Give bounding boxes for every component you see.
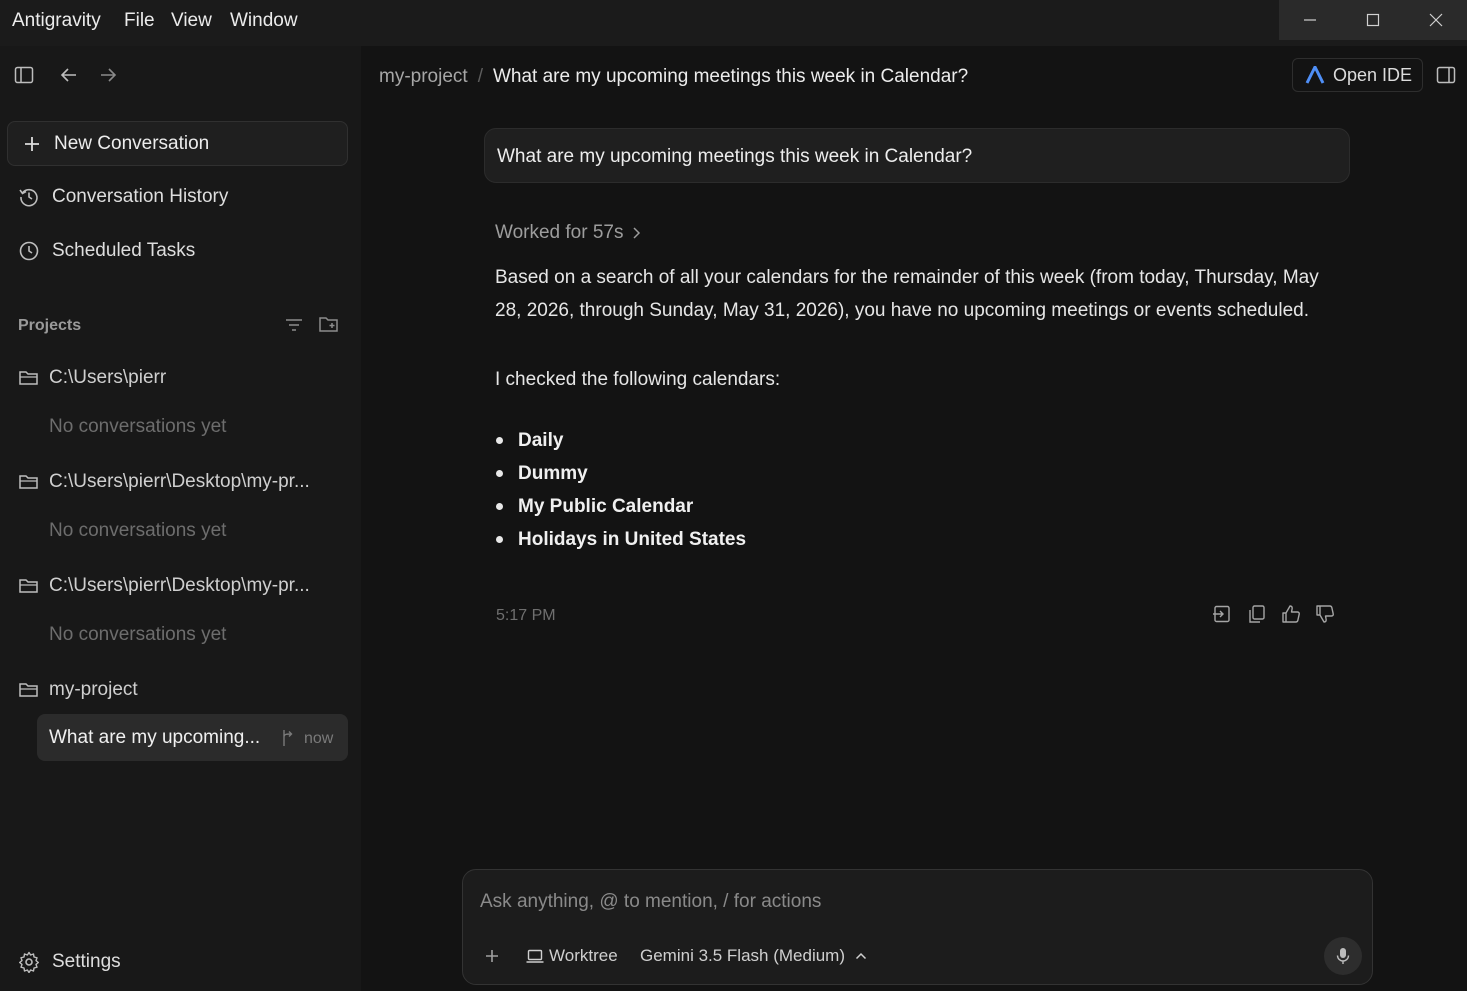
maximize-icon: [1366, 13, 1380, 27]
worked-for-label: Worked for 57s: [495, 222, 624, 243]
new-conversation-button[interactable]: New Conversation: [7, 121, 348, 166]
add-attachment-icon[interactable]: [484, 948, 500, 964]
scheduled-tasks-button[interactable]: Scheduled Tasks: [18, 240, 195, 262]
new-conversation-label: New Conversation: [54, 133, 210, 154]
project-name: C:\Users\pierr: [49, 367, 167, 388]
close-button[interactable]: [1405, 0, 1467, 40]
bullet: [496, 536, 503, 543]
file-menu[interactable]: File: [124, 10, 155, 32]
calendar-name: My Public Calendar: [518, 495, 694, 517]
folder-icon: [19, 371, 38, 385]
microphone-button[interactable]: [1324, 937, 1362, 975]
toggle-sidebar-icon[interactable]: [14, 65, 34, 85]
project-folder[interactable]: C:\Users\pierr\Desktop\my-pr...: [18, 575, 310, 597]
filter-icon[interactable]: [284, 317, 304, 333]
project-name: C:\Users\pierr\Desktop\my-pr...: [49, 471, 310, 492]
chevron-up-icon: [855, 952, 867, 960]
minimize-button[interactable]: [1279, 0, 1341, 40]
title-bar: Antigravity File View Window: [0, 0, 1467, 46]
app-menu[interactable]: Antigravity: [12, 10, 101, 32]
calendar-name: Holidays in United States: [518, 528, 747, 550]
project-name: C:\Users\pierr\Desktop\my-pr...: [49, 575, 310, 596]
thumbs-up-icon[interactable]: [1281, 604, 1301, 624]
settings-label: Settings: [52, 951, 121, 972]
breadcrumb-separator: /: [477, 66, 483, 87]
gear-icon: [19, 951, 39, 973]
user-message: What are my upcoming meetings this week …: [484, 128, 1350, 183]
antigravity-logo-icon: [1305, 66, 1325, 84]
open-ide-label: Open IDE: [1333, 64, 1413, 85]
composer: Worktree Gemini 3.5 Flash (Medium): [462, 869, 1373, 985]
assistant-checked-intro: I checked the following calendars:: [495, 369, 781, 390]
conversation-time: now: [304, 730, 334, 747]
folder-icon: [19, 475, 38, 489]
bullet: [496, 503, 503, 510]
worktree-toggle[interactable]: Worktree: [526, 946, 618, 966]
view-menu[interactable]: View: [171, 10, 212, 32]
project-name: my-project: [49, 679, 138, 700]
main-panel: my-project / What are my upcoming meetin…: [361, 46, 1467, 991]
minimize-icon: [1304, 19, 1316, 21]
new-folder-icon[interactable]: [318, 315, 340, 333]
project-folder[interactable]: C:\Users\pierr\Desktop\my-pr...: [18, 471, 310, 493]
model-selector[interactable]: Gemini 3.5 Flash (Medium): [640, 946, 867, 966]
clock-icon: [19, 241, 39, 261]
copy-icon[interactable]: [1247, 604, 1267, 624]
calendar-name: Dummy: [518, 462, 588, 484]
forward-arrow-icon[interactable]: [98, 65, 118, 85]
conversation-history-button[interactable]: Conversation History: [18, 186, 228, 208]
laptop-icon: [526, 949, 544, 963]
folder-icon: [19, 579, 38, 593]
prompt-input[interactable]: [480, 891, 1340, 913]
microphone-icon: [1336, 948, 1350, 964]
project-folder[interactable]: C:\Users\pierr: [18, 367, 166, 389]
folder-icon: [19, 683, 38, 697]
branch-icon: [283, 730, 293, 746]
bullet: [496, 437, 503, 444]
list-item: Dummy: [495, 457, 746, 490]
projects-heading: Projects: [18, 317, 82, 334]
conversation-item-active[interactable]: What are my upcoming... now: [37, 714, 348, 761]
worked-for-toggle[interactable]: Worked for 57s: [495, 222, 641, 244]
message-timestamp: 5:17 PM: [496, 607, 556, 624]
toggle-right-panel-icon[interactable]: [1436, 65, 1456, 85]
thumbs-down-icon[interactable]: [1315, 604, 1335, 624]
breadcrumb: my-project / What are my upcoming meetin…: [379, 66, 968, 88]
back-arrow-icon[interactable]: [59, 65, 79, 85]
empty-conversations-note: No conversations yet: [49, 624, 227, 645]
maximize-button[interactable]: [1342, 0, 1404, 40]
sidebar: New Conversation Conversation History Sc…: [0, 46, 361, 991]
open-ide-button[interactable]: Open IDE: [1292, 58, 1423, 92]
worktree-label: Worktree: [549, 946, 618, 965]
model-label: Gemini 3.5 Flash (Medium): [640, 946, 846, 965]
plus-icon: [25, 137, 39, 151]
history-icon: [19, 188, 38, 207]
export-icon[interactable]: [1212, 604, 1232, 624]
empty-conversations-note: No conversations yet: [49, 520, 227, 541]
chevron-right-icon: [633, 227, 641, 239]
list-item: My Public Calendar: [495, 490, 746, 523]
list-item: Holidays in United States: [495, 523, 746, 556]
calendar-name: Daily: [518, 429, 564, 451]
conversation-title: What are my upcoming...: [49, 727, 261, 748]
project-folder[interactable]: my-project: [18, 679, 138, 701]
user-message-text: What are my upcoming meetings this week …: [497, 146, 973, 167]
settings-button[interactable]: Settings: [18, 951, 121, 973]
conversation-history-label: Conversation History: [52, 186, 229, 207]
page-title: What are my upcoming meetings this week …: [492, 66, 969, 87]
close-icon: [1429, 13, 1443, 27]
breadcrumb-project[interactable]: my-project: [379, 66, 468, 88]
list-item: Daily: [495, 424, 746, 457]
scheduled-tasks-label: Scheduled Tasks: [52, 240, 196, 261]
window-controls: [1279, 0, 1467, 40]
bullet: [496, 470, 503, 477]
assistant-answer: Based on a search of all your calendars …: [495, 267, 1319, 321]
empty-conversations-note: No conversations yet: [49, 416, 227, 437]
window-menu[interactable]: Window: [230, 10, 298, 32]
calendar-list: Daily Dummy My Public Calendar Holidays …: [495, 424, 746, 556]
